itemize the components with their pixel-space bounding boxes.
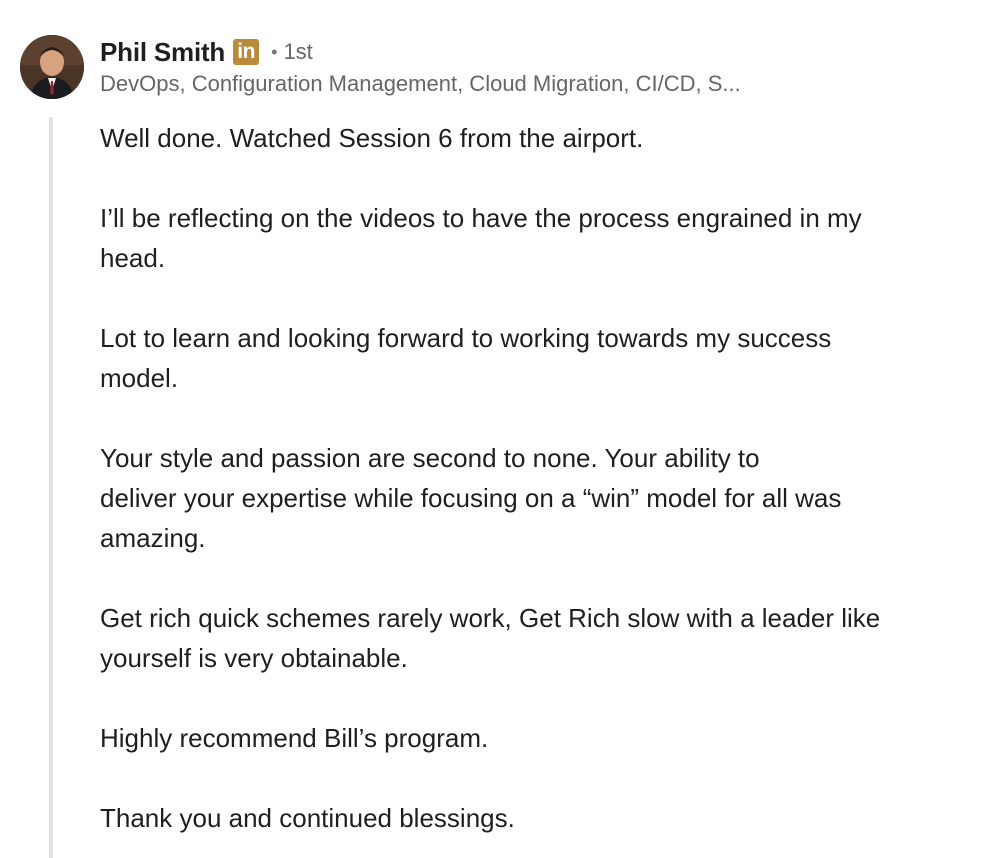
comment: Phil Smith in • 1st DevOps, Configuratio… — [0, 0, 990, 858]
comment-paragraph: Your style and passion are second to non… — [100, 443, 842, 553]
connection-degree: 1st — [283, 39, 313, 64]
comment-header: Phil Smith in • 1st DevOps, Configuratio… — [100, 35, 960, 97]
author-name[interactable]: Phil Smith — [100, 37, 225, 68]
comment-paragraph: I’ll be reflecting on the videos to have… — [100, 203, 862, 273]
comment-paragraph: Highly recommend Bill’s program. — [100, 723, 489, 753]
author-headline: DevOps, Configuration Management, Cloud … — [100, 71, 741, 96]
linkedin-premium-icon: in — [233, 39, 260, 65]
avatar-photo — [20, 35, 84, 99]
name-row: Phil Smith in • 1st — [100, 35, 960, 69]
separator-dot: • — [271, 41, 278, 62]
comment-paragraph: Thank you and continued blessings. — [100, 803, 515, 833]
avatar[interactable] — [20, 35, 84, 99]
comment-paragraph: Lot to learn and looking forward to work… — [100, 323, 832, 393]
thread-line — [49, 117, 53, 858]
comment-paragraph: Get rich quick schemes rarely work, Get … — [100, 603, 881, 673]
comment-paragraph: Well done. Watched Session 6 from the ai… — [100, 123, 644, 153]
comment-body: Well done. Watched Session 6 from the ai… — [100, 118, 980, 838]
